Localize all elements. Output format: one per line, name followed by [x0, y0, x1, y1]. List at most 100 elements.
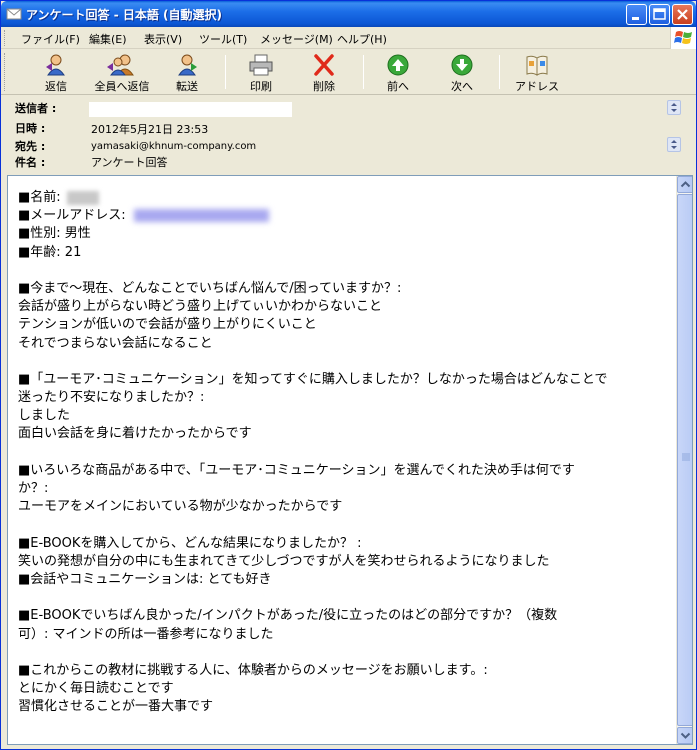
body-blank [18, 644, 668, 662]
body-line: ■E-BOOKを購入してから、どんな結果になりましたか？ : [18, 535, 362, 551]
scroll-thumb[interactable] [677, 194, 692, 726]
body-line: それでつまらない会話になること [18, 335, 213, 351]
message-body[interactable]: ■名前: ■メールアドレス: ■性別: 男性 ■年齢: 21 ■今まで～現在、ど… [7, 175, 693, 745]
toolbar-separator [363, 55, 364, 89]
up-arrow-icon [387, 54, 409, 76]
body-line: とにかく毎日読むことです [18, 681, 174, 697]
body-line: ■年齢: 21 [18, 244, 82, 260]
body-line: ■E-BOOKでいちばん良かった/インパクトがあった/役に立ったのはどの部分です… [18, 608, 558, 624]
from-scroll-button[interactable] [667, 100, 681, 115]
scroll-updown-icon [671, 103, 677, 112]
addresses-label: アドレス [515, 80, 559, 93]
email-redacted [133, 209, 269, 223]
delete-x-icon [314, 54, 334, 76]
body-line: しました [18, 408, 71, 424]
body-blank [18, 589, 668, 607]
addresses-button[interactable]: アドレス [509, 51, 565, 93]
menu-message[interactable]: メッセージ(M) [260, 31, 333, 47]
title-bar[interactable]: アンケート回答 - 日本語 (自動選択) [1, 1, 696, 27]
to-label: 宛先 : [15, 140, 46, 153]
body-blank [18, 353, 668, 371]
scroll-down-button[interactable] [677, 727, 692, 744]
reply-button[interactable]: 返信 [29, 51, 83, 93]
menu-tools[interactable]: ツール(T) [199, 31, 247, 47]
body-line: か？: [18, 481, 49, 496]
toolbar-grip[interactable] [4, 53, 7, 91]
delete-label: 削除 [313, 80, 335, 93]
menu-edit[interactable]: 編集(E) [89, 31, 127, 47]
message-text: ■名前: ■メールアドレス: ■性別: 男性 ■年齢: 21 ■今まで～現在、ど… [18, 189, 668, 716]
close-button[interactable] [672, 4, 693, 25]
body-line: 面白い会話を身に着けたかったからです [18, 426, 252, 442]
scroll-up-button[interactable] [677, 176, 692, 193]
body-line: 習慣化させることが一番大事です [18, 699, 214, 715]
print-label: 印刷 [250, 80, 272, 93]
body-line: 可）: マインドの所は一番参考になりました [18, 626, 274, 642]
to-scroll-button[interactable] [667, 137, 681, 152]
close-icon [677, 9, 688, 20]
next-label: 次へ [451, 80, 473, 93]
previous-button[interactable]: 前へ [371, 51, 425, 93]
email-window: アンケート回答 - 日本語 (自動選択) ファイル(F) 編集(E) 表示(V)… [0, 0, 697, 750]
reply-label: 返信 [45, 80, 67, 93]
name-redacted [66, 190, 99, 205]
delete-button[interactable]: 削除 [297, 51, 351, 93]
next-button[interactable]: 次へ [435, 51, 489, 93]
from-value-redacted [89, 102, 292, 117]
forward-label: 転送 [176, 80, 198, 93]
scroll-up-icon [680, 181, 691, 188]
maximize-icon [653, 8, 666, 20]
address-book-icon [526, 55, 548, 76]
previous-label: 前へ [387, 80, 409, 93]
body-blank [18, 262, 668, 280]
window-title: アンケート回答 - 日本語 (自動選択) [26, 8, 223, 22]
body-line: ■いろいろな商品がある中で、「ユーモア･コミュニケーション」を選んでくれた決め手… [18, 462, 575, 478]
down-arrow-icon [451, 54, 473, 76]
forward-icon [178, 54, 197, 76]
message-header: 送信者 : 日時 : 2012年5月21日 23:53 宛先 : yamasak… [1, 95, 696, 173]
reply-all-button[interactable]: 全員へ返信 [87, 51, 157, 93]
menu-view[interactable]: 表示(V) [144, 31, 182, 47]
menu-file[interactable]: ファイル(F) [21, 31, 80, 47]
windows-logo [670, 27, 696, 49]
from-label: 送信者 : [15, 102, 57, 115]
to-value: yamasaki@khnum-company.com [91, 141, 257, 152]
body-line: ■会話やコミュニケーションは: とても好き [18, 571, 272, 587]
body-line: 迷ったり不安になりましたか？: [18, 390, 205, 406]
body-line: 会話が盛り上がらない時どう盛り上げてぃいかわからないこと [18, 299, 383, 315]
body-line: ユーモアをメインにおいている物が少なかったからです [18, 499, 343, 515]
minimize-button[interactable] [626, 4, 647, 25]
vertical-scrollbar[interactable] [676, 176, 692, 744]
reply-icon [46, 54, 65, 76]
body-blank [18, 516, 668, 534]
scroll-grip-icon [682, 453, 690, 461]
body-line: ■今まで～現在、どんなことでいちばん悩んで/困っていますか？: [18, 280, 402, 296]
body-line-email: ■メールアドレス: [18, 207, 668, 225]
menu-bar: ファイル(F) 編集(E) 表示(V) ツール(T) メッセージ(M) ヘルプ(… [1, 27, 696, 49]
maximize-button[interactable] [649, 4, 670, 25]
date-value: 2012年5月21日 23:53 [91, 123, 209, 136]
toolbar-separator [499, 55, 500, 89]
windows-flag-icon [674, 31, 692, 44]
body-line: テンションが低いので会話が盛り上がりにくいこと [18, 317, 317, 333]
reply-all-label: 全員へ返信 [94, 80, 150, 93]
subject-label: 件名 : [15, 156, 46, 169]
email-icon [6, 8, 22, 20]
body-line: 笑いの発想が自分の中にも生まれてきて少しづつですが人を笑わせられるようになりまし… [18, 553, 550, 569]
body-blank [18, 444, 668, 462]
reply-all-icon [107, 54, 134, 76]
toolbar-separator [225, 55, 226, 89]
body-line: ■これからこの教材に挑戦する人に、体験者からのメッセージをお願いします。: [18, 662, 488, 678]
menu-grip[interactable] [4, 30, 7, 46]
print-button[interactable]: 印刷 [235, 51, 287, 93]
printer-icon [249, 54, 273, 76]
forward-button[interactable]: 転送 [161, 51, 213, 93]
body-line-name: ■名前: [18, 189, 668, 207]
date-label: 日時 : [15, 122, 46, 135]
minimize-icon [632, 17, 639, 20]
body-line: ■「ユーモア･コミュニケーション」を知ってすぐに購入しましたか？しなかった場合は… [18, 371, 608, 387]
menu-help[interactable]: ヘルプ(H) [337, 31, 387, 47]
body-line: ■性別: 男性 [18, 226, 91, 242]
scroll-down-icon [680, 732, 691, 739]
toolbar: 返信 全員へ返信 転送 印刷 削除 前へ 次へ アドレス [1, 49, 696, 95]
